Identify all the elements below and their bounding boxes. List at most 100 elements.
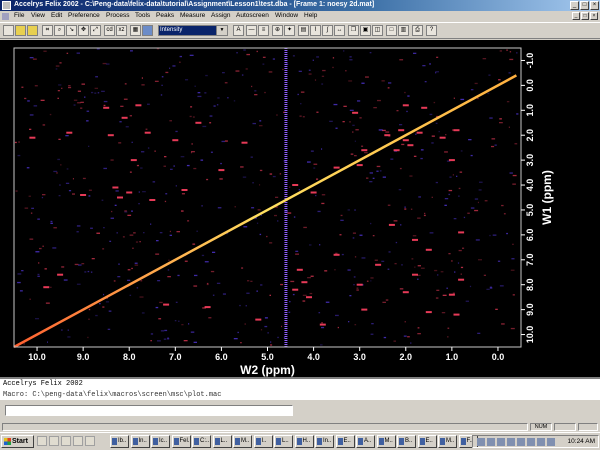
- task-app-icon: [399, 438, 404, 445]
- cursor-icon[interactable]: ↘: [66, 25, 77, 36]
- taskbar-task-button[interactable]: E..: [335, 435, 355, 448]
- zoom-icon[interactable]: ⌕: [54, 25, 65, 36]
- level-icon[interactable]: ≡: [258, 25, 269, 36]
- noise-dot: [441, 312, 446, 314]
- taskbar-task-button[interactable]: I..: [253, 435, 273, 448]
- menu-assign[interactable]: Assign: [211, 12, 231, 19]
- menu-file[interactable]: File: [14, 12, 24, 19]
- noise-dot: [68, 85, 71, 87]
- noise-dot: [90, 271, 93, 273]
- noise-dot: [259, 233, 262, 236]
- open-folder-icon[interactable]: [15, 25, 26, 36]
- expand-icon[interactable]: ⤢: [90, 25, 101, 36]
- app-icon[interactable]: [2, 1, 11, 10]
- mdi-minimize-button[interactable]: _: [572, 12, 580, 20]
- taskbar-task-button[interactable]: Ic..: [151, 435, 170, 448]
- print-icon[interactable]: ⎙: [412, 25, 423, 36]
- taskbar-task-button[interactable]: M..: [233, 435, 252, 448]
- menu-edit[interactable]: Edit: [51, 12, 62, 19]
- app-quicklaunch-icon[interactable]: [73, 436, 83, 446]
- menu-preference[interactable]: Preference: [68, 12, 100, 19]
- desktop-quicklaunch-icon[interactable]: [61, 436, 71, 446]
- volume-tray-icon[interactable]: [487, 438, 495, 446]
- taskbar-task-button[interactable]: Ib..: [110, 435, 129, 448]
- menu-autoscreen[interactable]: Autoscreen: [236, 12, 269, 19]
- taskbar-task-button[interactable]: H..: [294, 435, 314, 448]
- x-tick-label: 0.0: [492, 352, 505, 362]
- window-cascade-icon[interactable]: ❐: [348, 25, 359, 36]
- pan-icon[interactable]: ✥: [78, 25, 89, 36]
- minimize-button[interactable]: _: [570, 1, 579, 10]
- peak-pick-icon[interactable]: ✦: [284, 25, 295, 36]
- maximize-button[interactable]: □: [580, 1, 589, 10]
- start-button[interactable]: Start: [1, 435, 34, 448]
- noise-dot: [251, 85, 253, 88]
- command-input[interactable]: [5, 405, 293, 416]
- integrate-icon[interactable]: ∫: [322, 25, 333, 36]
- outlook-quicklaunch-icon[interactable]: [49, 436, 59, 446]
- noise-dot: [510, 269, 515, 271]
- taskbar-task-button[interactable]: M..: [438, 435, 457, 448]
- taskbar-task-button[interactable]: C:..: [192, 435, 211, 448]
- spectrum-view[interactable]: 10.0 9.0 8.0 7.0 6.0 5.0 4.0 3.0 2.0 1.0 0.0 -1.0 0…: [0, 40, 600, 377]
- palette-icon[interactable]: [142, 25, 153, 36]
- line-icon[interactable]: —: [246, 25, 257, 36]
- taskbar-task-button[interactable]: Fel..: [171, 435, 191, 448]
- app2-quicklaunch-icon[interactable]: [85, 436, 95, 446]
- tray-icon-7[interactable]: [537, 438, 545, 446]
- taskbar-task-button[interactable]: B..: [397, 435, 416, 448]
- crosshair-icon[interactable]: ⊕: [272, 25, 283, 36]
- document-icon[interactable]: [2, 13, 9, 20]
- tray-icon-6[interactable]: [527, 438, 535, 446]
- cd-button[interactable]: cd: [104, 25, 115, 36]
- contour-icon[interactable]: ▦: [130, 25, 141, 36]
- taskbar-task-button[interactable]: L..: [274, 435, 293, 448]
- window-arrange-icon[interactable]: ▥: [398, 25, 409, 36]
- ie-quicklaunch-icon[interactable]: [37, 436, 47, 446]
- noise-dot: [350, 153, 354, 155]
- display-mode-select[interactable]: Intensity ▼: [158, 25, 228, 36]
- close-button[interactable]: ×: [590, 1, 599, 10]
- taskbar-task-button[interactable]: In..: [130, 435, 150, 448]
- chevron-down-icon[interactable]: ▼: [216, 26, 227, 35]
- menu-window[interactable]: Window: [275, 12, 298, 19]
- noise-dot: [90, 227, 93, 229]
- window-split-icon[interactable]: ◫: [372, 25, 383, 36]
- noise-dot: [378, 129, 383, 131]
- taskbar-task-button[interactable]: L..: [212, 435, 232, 448]
- slice-icon[interactable]: ⌇: [310, 25, 321, 36]
- tray-icon-8[interactable]: [547, 438, 555, 446]
- menu-measure[interactable]: Measure: [180, 12, 205, 19]
- xz-button[interactable]: xz: [116, 25, 127, 36]
- task-app-icon: [276, 438, 281, 445]
- taskbar-task-button[interactable]: In..: [315, 435, 334, 448]
- menu-tools[interactable]: Tools: [135, 12, 150, 19]
- measure-icon[interactable]: ↔: [334, 25, 345, 36]
- noise-dot: [288, 186, 291, 188]
- noise-dot: [113, 280, 116, 282]
- window-tile-icon[interactable]: ▣: [360, 25, 371, 36]
- mdi-restore-button[interactable]: □: [581, 12, 589, 20]
- open-db-icon[interactable]: [27, 25, 38, 36]
- taskbar-task-button[interactable]: E..: [417, 435, 437, 448]
- noise-dot: [310, 275, 314, 277]
- select-icon[interactable]: ⌗: [42, 25, 53, 36]
- menu-view[interactable]: View: [31, 12, 45, 19]
- help-icon[interactable]: ?: [426, 25, 437, 36]
- mdi-close-button[interactable]: ×: [590, 12, 598, 20]
- taskbar-task-button[interactable]: M..: [376, 435, 396, 448]
- text-tool-button[interactable]: A: [233, 25, 244, 36]
- grid-icon[interactable]: ▤: [298, 25, 309, 36]
- window-new-icon[interactable]: □: [386, 25, 397, 36]
- noise-dot: [499, 285, 504, 287]
- menu-process[interactable]: Process: [106, 12, 129, 19]
- network-tray-icon[interactable]: [477, 438, 485, 446]
- noesy-spectrum-plot[interactable]: 10.0 9.0 8.0 7.0 6.0 5.0 4.0 3.0 2.0 1.0 0.0 -1.0 0…: [0, 40, 600, 377]
- new-file-icon[interactable]: [3, 25, 14, 36]
- menu-help[interactable]: Help: [304, 12, 317, 19]
- menu-peaks[interactable]: Peaks: [156, 12, 174, 19]
- tray-icon-5[interactable]: [517, 438, 525, 446]
- antivirus-tray-icon[interactable]: [497, 438, 505, 446]
- messenger-tray-icon[interactable]: [507, 438, 515, 446]
- taskbar-task-button[interactable]: A..: [356, 435, 375, 448]
